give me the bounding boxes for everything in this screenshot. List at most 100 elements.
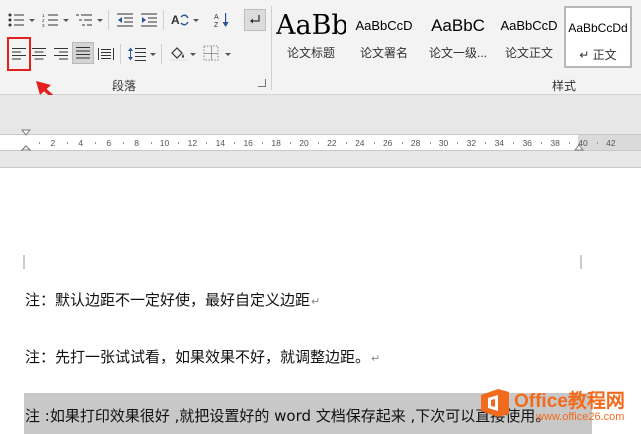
paragraph-text: 注 :如果打印效果很好 ,就把设置好的 word 文档保存起来 ,下次可以直接使… (25, 407, 551, 425)
styles-group-label: 样式 (552, 79, 577, 93)
svg-text:A: A (171, 13, 180, 27)
ruler-tick-label: 16 (243, 138, 253, 148)
margin-corner-right-icon (580, 255, 582, 269)
ruler-tick-label: 6 (106, 138, 112, 148)
ruler-tick-mark (38, 142, 40, 144)
ruler-tick-label: 14 (215, 138, 226, 148)
style-tile-paper-heading1[interactable]: AaBbC 论文一级... (422, 6, 494, 68)
margin-corner-left-icon (23, 255, 25, 269)
ruler-tick-mark (569, 142, 571, 144)
borders-button[interactable] (201, 43, 221, 63)
chinese-layout-button[interactable]: A (170, 10, 190, 30)
style-sample: AaBbC (431, 16, 485, 35)
ruler-tick-mark (122, 142, 124, 144)
increase-indent-button[interactable] (139, 10, 159, 30)
align-right-icon (54, 48, 68, 60)
multilevel-list-dropdown-icon[interactable] (97, 19, 103, 22)
ruler-tick-label: 42 (606, 138, 616, 148)
shading-button[interactable] (168, 43, 188, 63)
paragraph-mark-icon: ↵ (311, 295, 321, 308)
toolbar-divider (120, 44, 121, 64)
distributed-button[interactable] (96, 44, 116, 64)
line-spacing-icon (128, 47, 146, 61)
style-name: ↵ 正文 (579, 48, 617, 62)
increase-indent-icon (141, 13, 157, 27)
show-formatting-marks-button[interactable] (244, 9, 266, 31)
decrease-indent-icon (117, 13, 133, 27)
ruler-tick-mark (345, 142, 347, 144)
style-gallery: AaBb 论文标题 AaBbCcD 论文署名 AaBbC 论文一级... AaB… (276, 6, 641, 68)
style-name: 论文标题 (286, 46, 335, 60)
sort-icon: A Z (214, 13, 229, 28)
ruler-tick-label: 2 (50, 138, 56, 148)
watermark-url: www.office26.com (536, 411, 625, 423)
chinese-layout-icon: A (171, 13, 189, 27)
style-tile-paper-title[interactable]: AaBb 论文标题 (276, 6, 346, 68)
annotation-highlight-box (7, 37, 31, 71)
ruler-tick-label: 24 (355, 138, 365, 148)
style-name: 论文正文 (504, 46, 553, 60)
justify-button[interactable] (72, 42, 94, 64)
ruler-tick-mark (317, 142, 319, 144)
ruler-tick-label: 38 (550, 138, 560, 148)
ruler-tick-label: 18 (271, 138, 281, 148)
ruler-tick-mark (401, 142, 403, 144)
multilevel-list-icon (76, 14, 92, 26)
svg-text:Z: Z (214, 22, 219, 28)
ruler-tick-mark (94, 142, 96, 144)
numbering-button[interactable]: 1 2 3 (40, 10, 60, 30)
ruler-tick-label: 8 (134, 138, 139, 148)
bullets-button[interactable] (6, 10, 26, 30)
multilevel-list-button[interactable] (74, 10, 94, 30)
ruler-tick-label: 30 (438, 138, 449, 148)
ruler-tick-mark (150, 142, 152, 144)
style-sample: AaBbCcD (500, 18, 558, 33)
paragraph-text: 注：先打一张试试看，如果效果不好，就调整边距。 (25, 348, 371, 366)
ruler-tick-mark (513, 142, 515, 144)
paragraph-text: 注：默认边距不一定好使，最好自定义边距 (25, 291, 311, 309)
site-watermark: Office教程网 www.office26.com (478, 382, 641, 434)
distributed-icon (98, 48, 114, 60)
align-right-button[interactable] (51, 44, 71, 64)
paragraph-dialog-launcher-icon[interactable] (258, 79, 266, 87)
bullets-dropdown-icon[interactable] (29, 19, 35, 22)
sort-button[interactable]: A Z (212, 10, 232, 30)
ruler-tick-label: 34 (494, 138, 505, 148)
ribbon-group-divider (271, 6, 272, 90)
style-tile-normal[interactable]: AaBbCcDd ↵ 正文 (564, 6, 632, 68)
shading-dropdown-icon[interactable] (190, 53, 196, 56)
style-sample: AaBbCcD (355, 18, 413, 33)
style-name: 论文署名 (359, 46, 408, 60)
toolbar-divider (161, 44, 162, 64)
chinese-layout-dropdown-icon[interactable] (193, 19, 199, 22)
paragraph-group-label: 段落 (112, 79, 137, 93)
style-tile-paper-author[interactable]: AaBbCcD 论文署名 (348, 6, 420, 68)
decrease-indent-button[interactable] (115, 10, 135, 30)
style-sample: AaBb (276, 10, 346, 41)
ruler-tick-label: 10 (159, 138, 170, 148)
align-center-button[interactable] (29, 44, 49, 64)
ruler-tick-label: 12 (187, 138, 198, 148)
ruler-tick-mark (262, 142, 264, 144)
pilcrow-return-icon (250, 15, 260, 24)
style-tile-paper-body[interactable]: AaBbCcD 论文正文 (494, 6, 564, 68)
borders-icon (203, 45, 219, 61)
numbering-dropdown-icon[interactable] (63, 19, 69, 22)
line-spacing-button[interactable] (127, 44, 147, 64)
watermark-title: Office教程网 (514, 391, 625, 412)
ruler-tick-mark (178, 142, 180, 144)
ribbon: 1 2 3 A A Z 段落 AaBb 论文标题 AaBbCcD 论文署名 Aa… (0, 0, 641, 95)
line-spacing-dropdown-icon[interactable] (150, 53, 156, 56)
document-background (0, 151, 641, 167)
ruler-tick-label: 22 (327, 138, 337, 148)
document-paragraph[interactable]: 注：默认边距不一定好使，最好自定义边距↵ (25, 289, 320, 310)
document-paragraph[interactable]: 注 :如果打印效果很好 ,就把设置好的 word 文档保存起来 ,下次可以直接使… (25, 405, 550, 426)
office-logo-icon (481, 389, 509, 417)
numbering-icon: 1 2 3 (42, 13, 58, 27)
justify-icon (76, 47, 90, 59)
ruler-tick-label: 4 (78, 138, 84, 148)
document-paragraph[interactable]: 注：先打一张试试看，如果效果不好，就调整边距。↵ (25, 346, 380, 367)
ruler-tick-mark (206, 142, 208, 144)
borders-dropdown-icon[interactable] (225, 53, 231, 56)
horizontal-ruler[interactable]: 2 4 6 8 10 12 14 16 18 20 22 24 26 28 30 32 34 36 38 40 42 (0, 134, 641, 151)
